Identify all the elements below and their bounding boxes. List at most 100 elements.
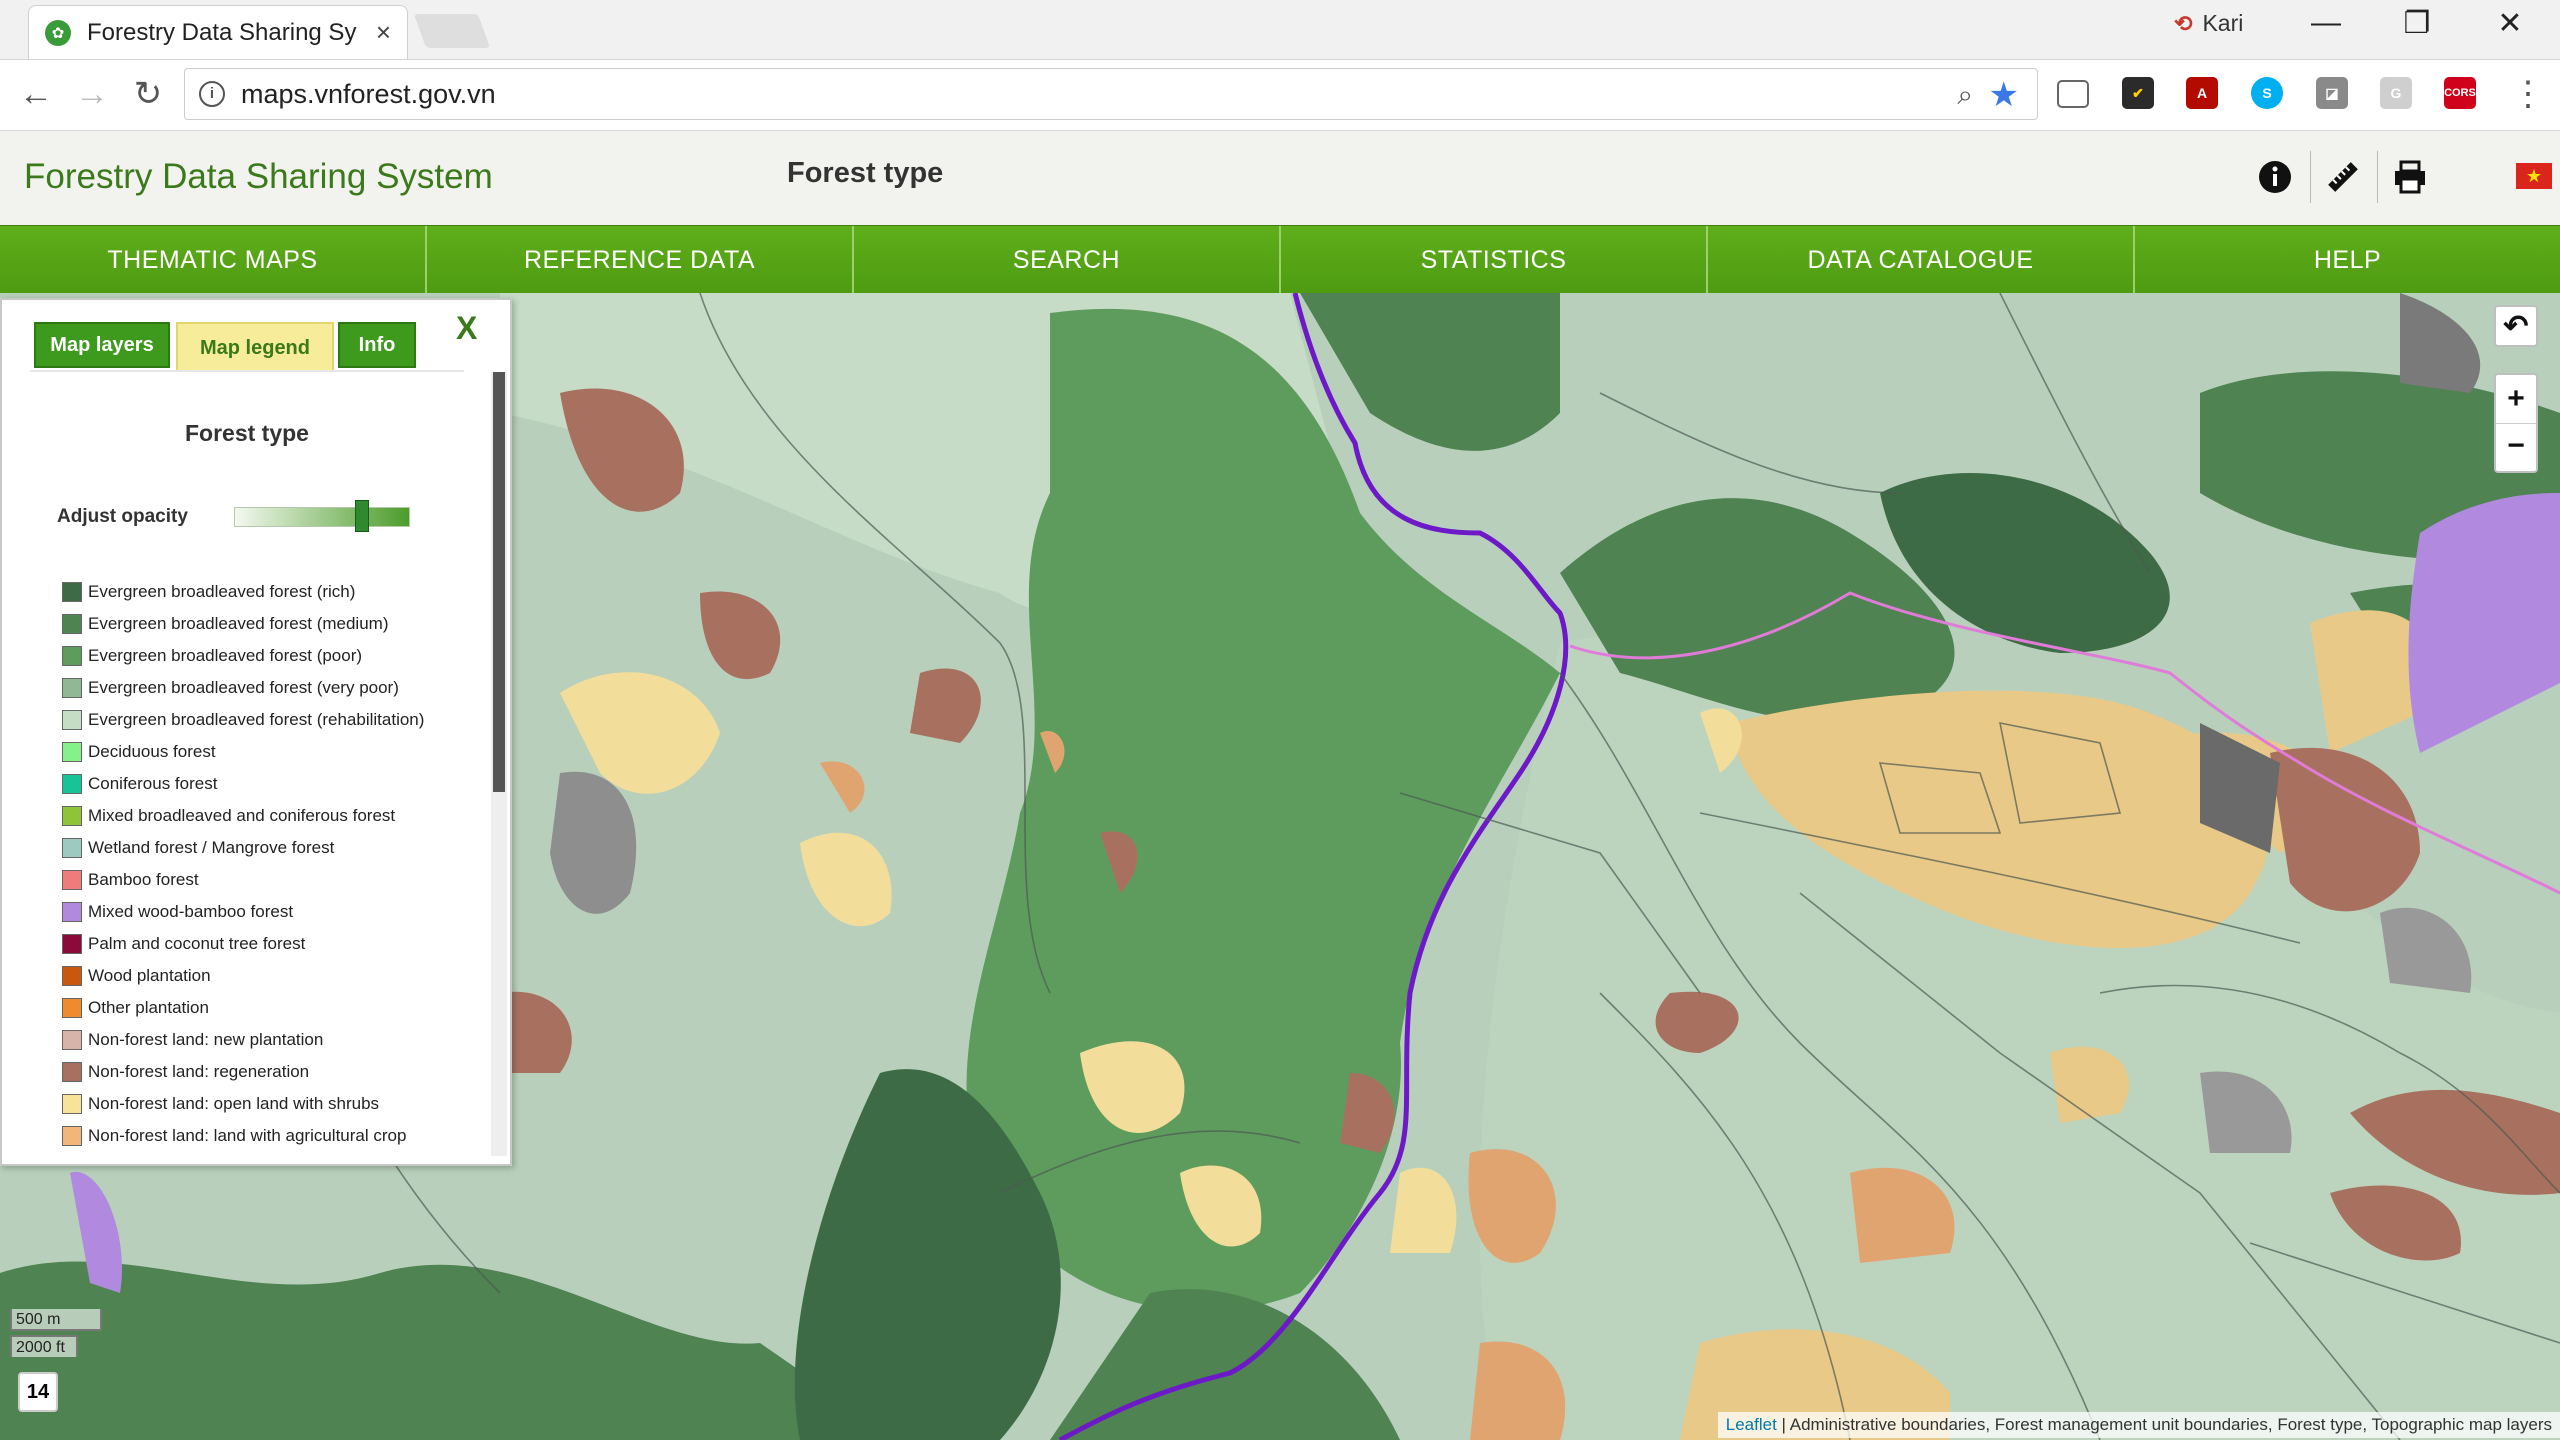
site-info-icon[interactable]: i <box>199 81 225 107</box>
zoom-control: + − <box>2494 373 2538 473</box>
norton-icon[interactable]: ✔ <box>2122 77 2154 109</box>
legend-item: Evergreen broadleaved forest (medium) <box>62 608 492 640</box>
reload-button[interactable]: ↻ <box>128 74 168 114</box>
bookmark-star-icon[interactable]: ★ <box>1989 75 2019 115</box>
acrobat-icon[interactable]: A <box>2186 77 2218 109</box>
legend-swatch <box>62 774 82 794</box>
scale-imperial: 2000 ft <box>10 1335 78 1357</box>
panel-scrollbar-thumb[interactable] <box>493 372 505 792</box>
cast-icon[interactable] <box>2057 80 2089 108</box>
legend-label: Evergreen broadleaved forest (poor) <box>88 646 363 665</box>
legend-label: Non-forest land: open land with shrubs <box>88 1094 380 1113</box>
profile-button[interactable]: ⟲ Kari <box>2174 10 2243 37</box>
url-text[interactable]: maps.vnforest.gov.vn <box>241 79 496 110</box>
attribution-text: | Administrative boundaries, Forest mana… <box>1776 1415 2552 1434</box>
panel-close-button[interactable]: X <box>456 310 477 347</box>
sync-error-icon: ⟲ <box>2174 10 2193 36</box>
legend-label: Non-forest land: land with agricultural … <box>88 1126 407 1145</box>
legend-label: Mixed wood-bamboo forest <box>88 902 294 921</box>
legend-list: Evergreen broadleaved forest (rich) Everg… <box>62 576 492 1154</box>
minimize-button[interactable]: — <box>2306 6 2346 40</box>
nav-statistics[interactable]: STATISTICS <box>1281 226 1708 294</box>
page-title: Forest type <box>787 157 944 189</box>
tab-title: Forestry Data Sharing Sy <box>87 18 357 46</box>
legend-item <box>62 1152 492 1154</box>
nav-thematic-maps[interactable]: THEMATIC MAPS <box>0 226 427 294</box>
tab-map-layers[interactable]: Map layers <box>34 322 170 368</box>
zoom-in-button[interactable]: + <box>2496 375 2536 424</box>
legend-label: Evergreen broadleaved forest (very poor) <box>88 678 399 697</box>
skype-icon[interactable]: S <box>2251 77 2283 109</box>
app-header: Forestry Data Sharing System Forest type… <box>0 131 2560 225</box>
tab-map-legend[interactable]: Map legend <box>176 322 334 372</box>
legend-swatch <box>62 1094 82 1114</box>
nav-data-catalogue[interactable]: DATA CATALOGUE <box>1708 226 2135 294</box>
legend-swatch <box>62 710 82 730</box>
opacity-slider[interactable] <box>234 507 410 527</box>
browser-tab-strip: ✿ Forestry Data Sharing Sy × ⟲ Kari — ❐ … <box>0 0 2560 60</box>
extension-icon[interactable]: ◪ <box>2316 77 2348 109</box>
opacity-slider-handle[interactable] <box>355 500 370 532</box>
legend-label: Non-forest land: regeneration <box>88 1062 310 1081</box>
address-bar[interactable]: i maps.vnforest.gov.vn ⌕ ★ <box>184 68 2038 120</box>
tab-info[interactable]: Info <box>338 322 416 368</box>
legend-item: Non-forest land: new plantation <box>62 1024 492 1056</box>
legend-label: Evergreen broadleaved forest (medium) <box>88 614 389 633</box>
print-icon[interactable] <box>2392 159 2428 195</box>
legend-label: Evergreen broadleaved forest (rich) <box>88 582 356 601</box>
zoom-out-button[interactable]: − <box>2496 424 2536 472</box>
legend-swatch <box>62 678 82 698</box>
legend-label: Palm and coconut tree forest <box>88 934 306 953</box>
legend-item: Evergreen broadleaved forest (rich) <box>62 576 492 608</box>
info-icon[interactable] <box>2257 159 2293 195</box>
panel-scrollbar[interactable] <box>491 372 507 1156</box>
zoom-level-indicator: 14 <box>18 1372 58 1412</box>
main-navigation: THEMATIC MAPS REFERENCE DATA SEARCH STAT… <box>0 225 2560 294</box>
zoom-icon[interactable]: ⌕ <box>1957 79 1973 112</box>
legend-item: Deciduous forest <box>62 736 492 768</box>
back-button[interactable]: ← <box>16 74 56 114</box>
legend-swatch <box>62 870 82 890</box>
browser-tab[interactable]: ✿ Forestry Data Sharing Sy × <box>28 5 408 59</box>
legend-label: Non-forest land: new plantation <box>88 1030 324 1049</box>
tab-divider <box>30 370 464 372</box>
legend-swatch <box>62 742 82 762</box>
browser-menu-icon[interactable]: ⋮ <box>2508 74 2548 114</box>
site-favicon-icon: ✿ <box>45 19 71 46</box>
legend-label: Deciduous forest <box>88 742 216 761</box>
tab-close-icon[interactable]: × <box>376 19 391 45</box>
restore-button[interactable]: ❐ <box>2397 6 2437 41</box>
legend-label: Bamboo forest <box>88 870 199 889</box>
nav-reference-data[interactable]: REFERENCE DATA <box>427 226 854 294</box>
legend-swatch <box>62 1062 82 1082</box>
legend-item: Bamboo forest <box>62 864 492 896</box>
nav-help[interactable]: HELP <box>2135 226 2560 294</box>
new-tab-button[interactable] <box>413 14 491 48</box>
leaflet-link[interactable]: Leaflet <box>1726 1415 1777 1434</box>
window-close-button[interactable]: ✕ <box>2490 6 2530 41</box>
map-attribution: Leaflet | Administrative boundaries, For… <box>1717 1412 2560 1438</box>
map-back-button[interactable]: ↶ <box>2494 305 2538 347</box>
legend-label: Mixed broadleaved and coniferous forest <box>88 806 396 825</box>
legend-swatch <box>62 1126 82 1146</box>
language-flag-icon[interactable]: ★ <box>2516 163 2552 189</box>
forward-button[interactable]: → <box>72 74 112 114</box>
legend-swatch <box>62 838 82 858</box>
app-title[interactable]: Forestry Data Sharing System <box>24 157 493 197</box>
legend-item: Wetland forest / Mangrove forest <box>62 832 492 864</box>
legend-swatch <box>62 934 82 954</box>
legend-item: Evergreen broadleaved forest (poor) <box>62 640 492 672</box>
g-icon[interactable]: G <box>2380 77 2412 109</box>
legend-swatch <box>62 806 82 826</box>
legend-label: Wetland forest / Mangrove forest <box>88 838 335 857</box>
legend-item: Non-forest land: land with agricultural … <box>62 1120 492 1152</box>
measure-ruler-icon[interactable] <box>2325 159 2361 195</box>
legend-swatch <box>62 1030 82 1050</box>
legend-swatch <box>62 998 82 1018</box>
legend-item: Coniferous forest <box>62 768 492 800</box>
scale-metric: 500 m <box>10 1309 102 1331</box>
cors-icon[interactable]: CORS <box>2444 77 2476 109</box>
nav-search[interactable]: SEARCH <box>854 226 1281 294</box>
legend-item: Wood plantation <box>62 960 492 992</box>
legend-swatch <box>62 902 82 922</box>
